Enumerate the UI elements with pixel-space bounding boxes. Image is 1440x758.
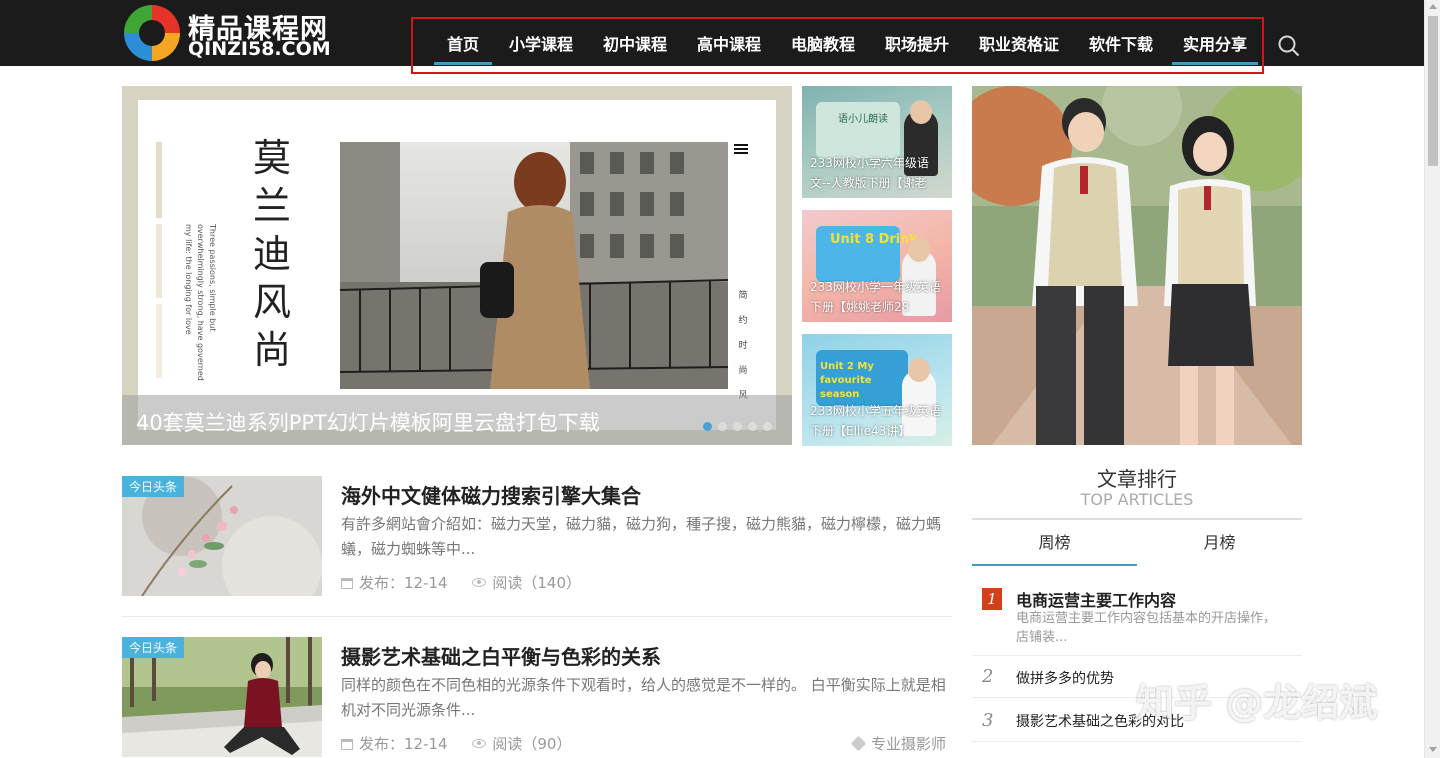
thumb-board-text: Unit 8 Drink (830, 232, 919, 247)
nav-highlight-box (411, 17, 1264, 74)
article-tag: 今日头条 (122, 637, 185, 658)
slide-deco-bar (156, 142, 162, 218)
page-scrollbar[interactable] (1424, 0, 1440, 758)
slider-dot[interactable] (703, 422, 712, 431)
rank-item-desc: 电商运营主要工作内容包括基本的开店操作，店铺装... (1016, 611, 1277, 645)
thumb-card-1[interactable]: 语小儿朗读 233网校小学六年级语文--人教版下册【谢老 (802, 86, 952, 198)
thumb-board-text: 语小儿朗读 (838, 114, 888, 125)
rank-number: 1 (982, 588, 1002, 610)
ranking-tabs: 周榜 月榜 (972, 520, 1302, 566)
article-excerpt: 同样的颜色在不同色相的光源条件下观看时，给人的感觉是不一样的。 白平衡实际上就是… (341, 676, 946, 719)
thumb-card-3[interactable]: Unit 2 My favourite season 233网校小学五年级英语下… (802, 334, 952, 446)
featured-slider[interactable]: Three passions, simple but overwhelmingl… (122, 86, 792, 445)
eye-icon (472, 739, 487, 748)
article-item: 今日头条 海外中文健体磁力搜索引擎大集合 有許多網站會介紹如：磁力天堂，磁力貓，… (122, 476, 952, 596)
tab-monthly[interactable]: 月榜 (1137, 520, 1302, 566)
rank-item-title[interactable]: 做拼多多的优势 (1016, 668, 1114, 688)
slide-vertical-title: 莫 兰 迪 风 尚 (252, 136, 291, 372)
feature-photo-students[interactable] (972, 86, 1302, 445)
slide-english-text: Three passions, simple but overwhelmingl… (184, 224, 217, 381)
thumb-caption: 233网校小学六年级语文--人教版下册【谢老 (810, 156, 929, 190)
slide-caption-bar: 40套莫兰迪系列PPT幻灯片模板阿里云盘打包下载 (122, 395, 792, 445)
tag-icon (850, 735, 867, 752)
ranking-panel: 文章排行 TOP ARTICLES 周榜 月榜 (972, 466, 1302, 566)
thumb-board-text: Unit 2 My favourite season (820, 361, 874, 400)
logo-mark-icon (124, 5, 180, 61)
article-excerpt: 有許多網站會介紹如：磁力天堂，磁力貓，磁力狗，種子搜，磁力熊貓，磁力檸檬，磁力螞… (341, 515, 942, 558)
rank-item-title[interactable]: 电商运营主要工作内容 (1016, 587, 1176, 611)
article-item: 今日头条 摄影艺术基础之白平衡与色彩的关系 同样的颜色在不同色相的光源条件下观看… (122, 637, 952, 758)
article-thumbnail[interactable]: 今日头条 (122, 637, 322, 757)
article-tag: 今日头条 (122, 476, 185, 497)
slider-dots (697, 416, 772, 435)
teacher-face (910, 100, 932, 124)
teacher-face (908, 358, 930, 382)
article-divider (122, 616, 952, 617)
slider-dot[interactable] (748, 422, 757, 431)
scroll-down-arrow-icon[interactable] (1429, 747, 1437, 752)
article-category-label: 专业摄影师 (870, 735, 946, 753)
thumb-caption: 233网校小学一年级英语下册【姚姚老师28 (810, 280, 941, 314)
article-reads: 阅读（140） (492, 574, 582, 592)
slide-photo (340, 142, 728, 389)
article-date: 发布：12-14 (359, 574, 448, 592)
slider-dot[interactable] (733, 422, 742, 431)
slide-title[interactable]: 40套莫兰迪系列PPT幻灯片模板阿里云盘打包下载 (136, 407, 600, 437)
article-meta: 发布：12-14 阅读（140） (341, 572, 601, 593)
scroll-up-arrow-icon[interactable] (1429, 4, 1437, 9)
slider-dot[interactable] (763, 422, 772, 431)
article-reads: 阅读（90） (492, 735, 572, 753)
site-header: 精品课程网 QINZI58.COM 首页 小学课程 初中课程 高中课程 电脑教程… (0, 0, 1424, 74)
ranking-item[interactable]: 1 电商运营主要工作内容 电商运营主要工作内容包括基本的开店操作，店铺装... (972, 578, 1302, 656)
eye-icon (472, 578, 487, 587)
slider-dot[interactable] (718, 422, 727, 431)
slide-side-text: 简 约 时 尚 风 (738, 291, 748, 401)
article-meta: 发布：12-14 阅读（90） (341, 733, 591, 754)
teacher-face (908, 238, 930, 262)
article-title[interactable]: 摄影艺术基础之白平衡与色彩的关系 (341, 641, 661, 670)
logo-subtitle: QINZI58.COM (188, 38, 331, 60)
scrollbar-thumb[interactable] (1428, 16, 1438, 166)
article-title[interactable]: 海外中文健体磁力搜索引擎大集合 (341, 480, 641, 509)
watermark-text: 知乎 @龙绍斌 (1136, 681, 1378, 725)
slide-image: Three passions, simple but overwhelmingl… (138, 100, 776, 430)
thumb-caption: 233网校小学五年级英语下册【Ellie43讲】 (810, 404, 941, 438)
article-category[interactable]: 专业摄影师 (850, 733, 946, 754)
ranking-title: 文章排行 (1097, 467, 1177, 491)
thumb-card-2[interactable]: Unit 8 Drink 233网校小学一年级英语下册【姚姚老师28 (802, 210, 952, 322)
calendar-icon (341, 739, 353, 750)
slide-deco-bar (156, 224, 162, 298)
article-date: 发布：12-14 (359, 735, 448, 753)
ranking-subtitle: TOP ARTICLES (1080, 490, 1194, 509)
site-logo[interactable]: 精品课程网 QINZI58.COM (122, 3, 362, 63)
article-thumbnail[interactable]: 今日头条 (122, 476, 322, 596)
rank-number: 2 (982, 666, 994, 687)
slide-deco-bar (156, 304, 162, 378)
slide-menu-icon (734, 144, 748, 156)
rank-number: 3 (982, 710, 994, 731)
search-icon[interactable] (1278, 35, 1300, 57)
calendar-icon (341, 578, 353, 589)
tab-weekly[interactable]: 周榜 (972, 520, 1137, 566)
